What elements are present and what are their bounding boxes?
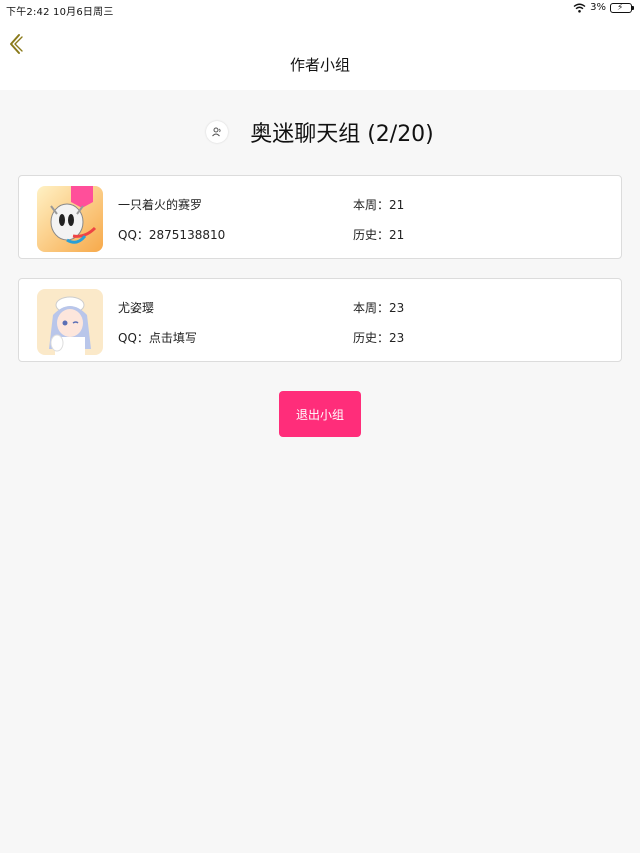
wifi-icon bbox=[573, 3, 586, 13]
quit-group-button[interactable]: 退出小组 bbox=[279, 391, 361, 437]
back-button[interactable] bbox=[6, 32, 26, 56]
avatar bbox=[37, 289, 103, 355]
member-week-count: 本周：23 bbox=[353, 301, 405, 315]
member-qq: QQ：2875138810 bbox=[118, 228, 226, 242]
avatar bbox=[37, 186, 103, 252]
status-bar: 下午2:42 10月6日周三 3% ⚡ bbox=[0, 0, 640, 18]
chevron-left-icon bbox=[10, 34, 23, 54]
group-name: 奥迷聊天组 (2/20) bbox=[250, 122, 434, 147]
page-title: 作者小组 bbox=[289, 56, 350, 74]
group-header: 奥迷聊天组 (2/20) bbox=[0, 114, 640, 150]
member-name: 尤姿璎 bbox=[118, 301, 155, 315]
member-week-count: 本周：21 bbox=[353, 198, 405, 212]
member-card[interactable]: 一只着火的赛罗 QQ：2875138810 本周：21 历史：21 bbox=[18, 175, 622, 259]
battery-icon: ⚡ bbox=[610, 2, 634, 13]
member-qq[interactable]: QQ：点击填写 bbox=[118, 329, 197, 346]
status-right: 3% ⚡ bbox=[573, 2, 634, 13]
battery-percent: 3% bbox=[590, 2, 606, 13]
member-card[interactable]: 尤姿璎 QQ：点击填写 本周：23 历史：23 bbox=[18, 278, 622, 362]
member-history-count: 历史：21 bbox=[353, 228, 405, 242]
member-history-count: 历史：23 bbox=[353, 331, 405, 345]
member-name: 一只着火的赛罗 bbox=[118, 198, 203, 212]
group-members-icon bbox=[206, 121, 229, 143]
status-time-date: 下午2:42 10月6日周三 bbox=[6, 7, 114, 18]
